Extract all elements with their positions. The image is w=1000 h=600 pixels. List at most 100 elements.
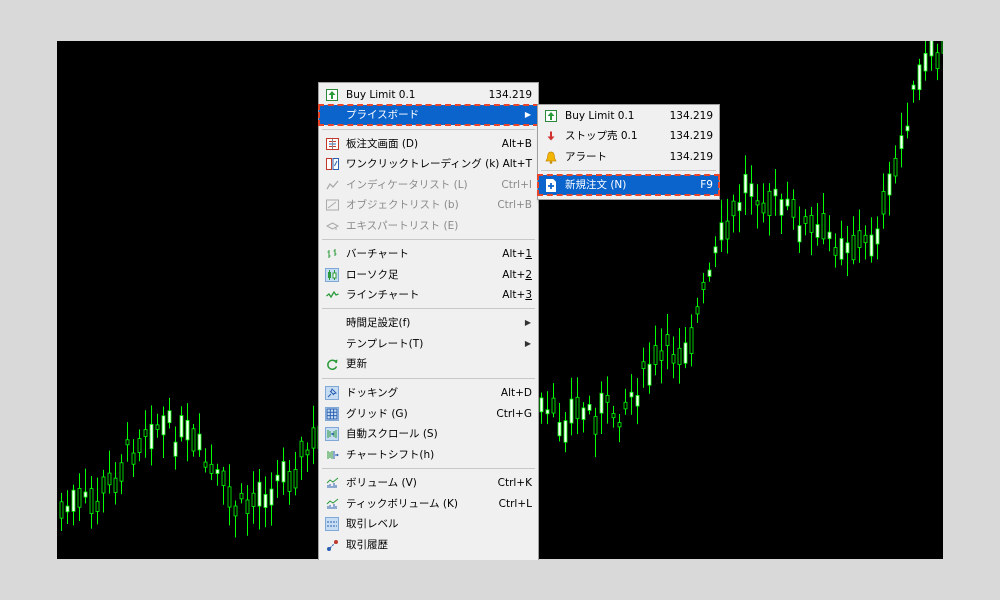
menu-item-volume[interactable]: ボリューム (V) Ctrl+K [319, 473, 538, 493]
candle-body [623, 401, 628, 410]
candle-body [695, 306, 700, 315]
candle-body [683, 342, 688, 364]
menu-item-label: Buy Limit 0.1 [565, 110, 635, 122]
candle-body [737, 202, 742, 212]
candle-body [665, 334, 670, 346]
candle-body [725, 220, 730, 240]
candle-body [593, 416, 598, 435]
candle-body [221, 470, 226, 486]
candle-body [89, 488, 94, 514]
volume-icon [325, 476, 339, 490]
submenu-item-alert[interactable]: アラート 134.219 [538, 147, 719, 167]
candle-body [569, 398, 574, 424]
candle-body [743, 174, 748, 194]
menu-item-tick-volume[interactable]: ティックボリューム (K) Ctrl+L [319, 494, 538, 514]
menu-item-trade-levels[interactable]: 取引レベル [319, 514, 538, 534]
candle-body [701, 281, 706, 291]
menu-separator [322, 468, 535, 469]
candle-body [635, 394, 640, 407]
menu-item-shortcut: Ctrl+B [497, 199, 532, 211]
candle-body [677, 347, 682, 366]
object-list-icon [325, 198, 339, 212]
menu-item-line-chart[interactable]: ラインチャート Alt+3 [319, 285, 538, 305]
candle-body [179, 415, 184, 438]
candle-body [251, 492, 256, 507]
candle-body [767, 190, 772, 216]
candle-body [71, 489, 76, 512]
candle-body [605, 394, 610, 403]
menu-item-shortcut: Ctrl+K [497, 477, 532, 489]
alert-bell-icon [544, 150, 558, 164]
candle-body [281, 461, 286, 483]
candle-body [599, 392, 604, 414]
menu-item-shortcut: 134.219 [669, 110, 713, 122]
menu-item-price-board[interactable]: プライスボード ▶ [318, 104, 539, 126]
menu-item-label: インディケータリスト (L) [346, 179, 468, 191]
menu-item-label: 時間足設定(f) [346, 317, 411, 329]
menu-item-label: ストップ売 0.1 [565, 130, 638, 142]
menu-item-label: 板注文画面 (D) [346, 138, 419, 150]
menu-item-bar-chart[interactable]: バーチャート Alt+1 [319, 244, 538, 264]
candle-body [557, 421, 562, 437]
candle-body [293, 469, 298, 489]
candle-body [791, 199, 796, 218]
submenu-item-sell-stop[interactable]: ストップ売 0.1 134.219 [538, 126, 719, 146]
candle-body [65, 505, 70, 513]
candle-body [233, 505, 238, 517]
menu-item-chart-shift[interactable]: チャートシフト(h) [319, 445, 538, 465]
grid-icon [325, 407, 339, 421]
candle-body [773, 188, 778, 197]
candle-body [245, 499, 250, 515]
menu-item-one-click-trading[interactable]: ワンクリックトレーディング (k) Alt+T [319, 154, 538, 174]
menu-item-label: ラインチャート [346, 289, 420, 301]
candle-body [941, 41, 943, 54]
submenu-arrow-icon: ▶ [524, 318, 531, 327]
menu-item-template[interactable]: テンプレート(T) ▶ [319, 334, 538, 354]
candle-body [551, 397, 556, 414]
menu-item-auto-scroll[interactable]: 自動スクロール (S) [319, 424, 538, 444]
buy-limit-icon [325, 88, 339, 102]
bar-chart-icon [325, 247, 339, 261]
candle-body [263, 494, 268, 508]
candle-body [227, 486, 232, 508]
menu-item-refresh[interactable]: 更新 [319, 354, 538, 374]
menu-item-object-list[interactable]: オブジェクトリスト (b) Ctrl+B [319, 195, 538, 215]
menu-item-expert-list[interactable]: エキスパートリスト (E) [319, 216, 538, 236]
menu-item-order-book[interactable]: 板注文画面 (D) Alt+B [319, 134, 538, 154]
menu-item-grid[interactable]: グリッド (G) Ctrl+G [319, 404, 538, 424]
submenu-item-new-order[interactable]: 新規注文 (N) F9 [537, 174, 720, 196]
menu-item-label: グリッド (G) [346, 408, 408, 420]
candle-body [275, 474, 280, 482]
candle-body [833, 247, 838, 256]
candle-body [857, 230, 862, 248]
one-click-icon [325, 157, 339, 171]
candlestick-icon [325, 268, 339, 282]
expert-list-icon [325, 219, 339, 233]
candle-body [95, 500, 100, 512]
candle-body [671, 354, 676, 364]
candle-body [149, 423, 154, 450]
candle-body [713, 246, 718, 254]
candle-body [257, 481, 262, 507]
menu-separator [322, 308, 535, 309]
menu-item-timeframe[interactable]: 時間足設定(f) ▶ [319, 313, 538, 333]
candle-body [653, 345, 658, 365]
candle-body [545, 409, 550, 415]
menu-item-label: ボリューム (V) [346, 477, 417, 489]
new-order-icon [544, 178, 558, 192]
candle-body [761, 202, 766, 214]
menu-item-docking[interactable]: ドッキング Alt+D [319, 383, 538, 403]
candle-body [845, 242, 850, 254]
candle-body [197, 433, 202, 451]
menu-item-trade-history[interactable]: 取引履歴 [319, 535, 538, 555]
order-book-icon [325, 137, 339, 151]
menu-item-buy-limit[interactable]: Buy Limit 0.1 134.219 [319, 85, 538, 105]
menu-item-candlestick[interactable]: ローソク足 Alt+2 [319, 265, 538, 285]
submenu-item-buy-limit[interactable]: Buy Limit 0.1 134.219 [538, 106, 719, 126]
menu-separator [322, 129, 535, 130]
candle-body [839, 238, 844, 260]
price-board-submenu: Buy Limit 0.1 134.219 ストップ売 0.1 134.219 … [537, 104, 720, 200]
submenu-arrow-icon: ▶ [524, 339, 531, 348]
menu-item-indicator-list[interactable]: インディケータリスト (L) Ctrl+I [319, 175, 538, 195]
candle-body [827, 231, 832, 240]
